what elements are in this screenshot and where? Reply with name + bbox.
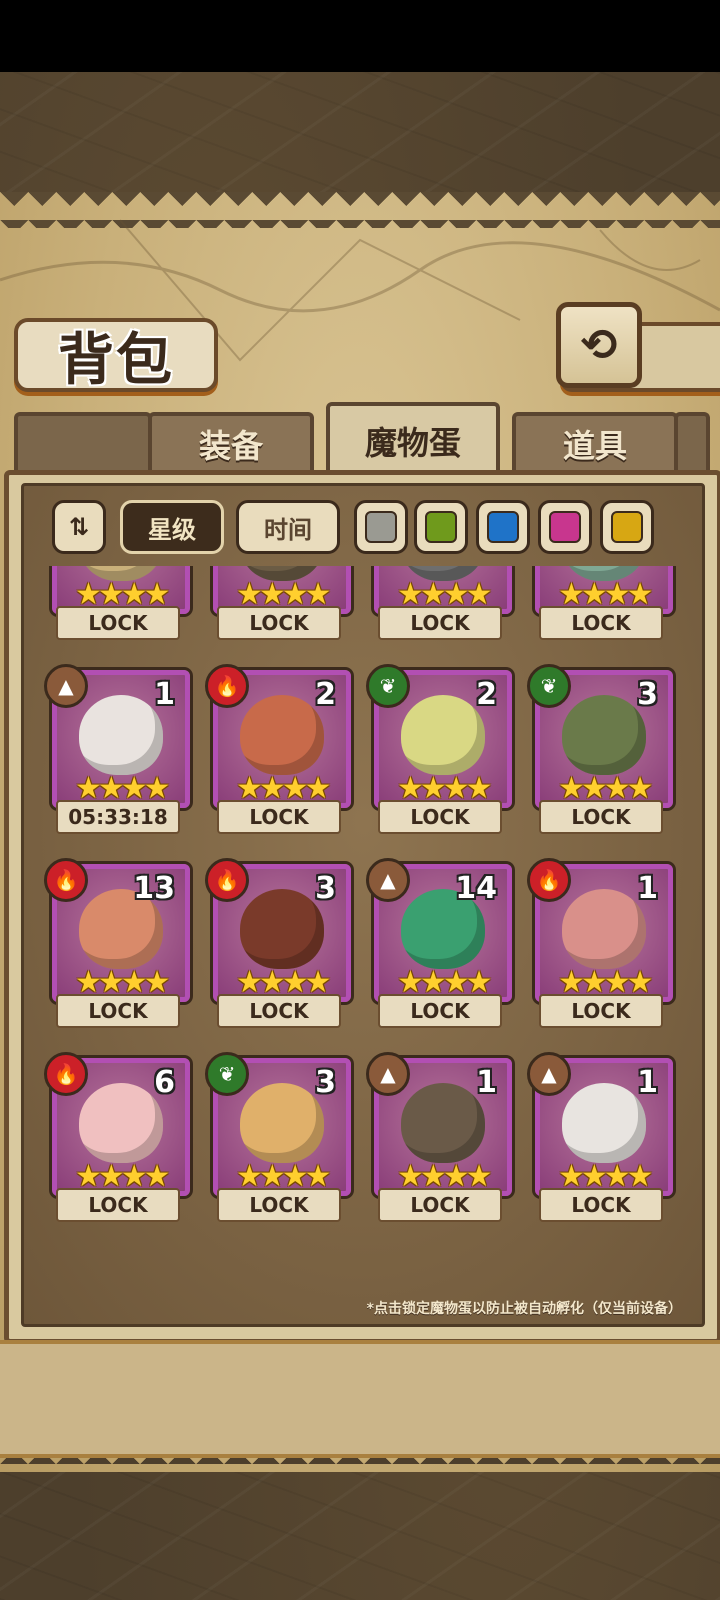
lock-button[interactable]: LOCK xyxy=(539,800,663,834)
lock-button[interactable]: LOCK xyxy=(539,1188,663,1222)
inventory-panel-inner: ⇅ 星级 时间 5★★★★LOCK18★★★★LOCK1★★★★LOCK7★★★… xyxy=(21,483,705,1327)
egg-card[interactable]: 2 ★★★★ ❦ LOCK xyxy=(366,664,512,840)
monster-egg-icon xyxy=(401,1083,485,1163)
egg-count: 3 xyxy=(315,871,336,906)
earth-element-icon: ▲ xyxy=(527,1052,571,1096)
lock-button[interactable]: LOCK xyxy=(378,800,502,834)
egg-count: 1 xyxy=(154,677,175,712)
monster-egg-icon xyxy=(562,1083,646,1163)
tab-bar: 装备 魔物蛋 道具 xyxy=(10,402,710,476)
leaf-element-icon: ❦ xyxy=(527,664,571,708)
egg-count: 3 xyxy=(637,677,658,712)
monster-egg-icon xyxy=(562,889,646,969)
lock-button[interactable]: LOCK xyxy=(217,800,341,834)
filter-yellow-button[interactable] xyxy=(600,500,654,554)
tab-spacer-right xyxy=(674,412,710,472)
egg-count: 1 xyxy=(637,871,658,906)
egg-count: 2 xyxy=(315,677,336,712)
lock-button[interactable]: LOCK xyxy=(217,1188,341,1222)
bottom-decoration-strip xyxy=(0,1340,720,1458)
monster-egg-icon xyxy=(240,1083,324,1163)
egg-count: 6 xyxy=(154,1065,175,1100)
sort-by-time-button[interactable]: 时间 xyxy=(236,500,340,554)
egg-card[interactable]: 1 ★★★★ ▲ 05:33:18 xyxy=(44,664,190,840)
filter-row: ⇅ 星级 时间 xyxy=(42,500,702,554)
sort-order-button[interactable]: ⇅ xyxy=(52,500,106,554)
lock-button[interactable]: 05:33:18 xyxy=(56,800,180,834)
egg-card[interactable]: 5★★★★LOCK xyxy=(48,566,190,646)
monster-egg-icon xyxy=(79,695,163,775)
egg-count: 14 xyxy=(455,871,497,906)
lock-button[interactable]: LOCK xyxy=(217,606,341,640)
monster-egg-icon xyxy=(240,889,324,969)
egg-grid-viewport[interactable]: 5★★★★LOCK18★★★★LOCK1★★★★LOCK7★★★★LOCK1★★… xyxy=(24,566,702,1284)
gray-swatch-icon xyxy=(365,511,397,543)
fire-element-icon: 🔥 xyxy=(205,664,249,708)
monster-egg-icon xyxy=(562,695,646,775)
pink-swatch-icon xyxy=(549,511,581,543)
egg-card[interactable]: 6 ★★★★ 🔥 LOCK xyxy=(44,1052,190,1228)
return-arrow-icon: ⟲ xyxy=(580,319,618,371)
earth-element-icon: ▲ xyxy=(366,1052,410,1096)
monster-egg-icon xyxy=(240,695,324,775)
filter-green-button[interactable] xyxy=(414,500,468,554)
egg-count: 13 xyxy=(133,871,175,906)
lock-hint-text: *点击锁定魔物蛋以防止被自动孵化（仅当前设备） xyxy=(366,1301,682,1317)
lock-button[interactable]: LOCK xyxy=(56,606,180,640)
filter-pink-button[interactable] xyxy=(538,500,592,554)
fire-element-icon: 🔥 xyxy=(205,858,249,902)
filter-blue-button[interactable] xyxy=(476,500,530,554)
page-title: 背包 xyxy=(58,326,174,393)
lock-button[interactable]: LOCK xyxy=(378,1188,502,1222)
tab-items[interactable]: 道具 xyxy=(512,412,678,472)
egg-count: 3 xyxy=(315,1065,336,1100)
tab-items-label: 道具 xyxy=(562,427,627,465)
tab-monster-egg[interactable]: 魔物蛋 xyxy=(326,402,500,476)
tab-monster-egg-label: 魔物蛋 xyxy=(364,424,461,462)
leaf-element-icon: ❦ xyxy=(205,1052,249,1096)
egg-card[interactable]: 7★★★★LOCK xyxy=(531,566,673,646)
sort-by-star-button[interactable]: 星级 xyxy=(120,500,224,554)
egg-count: 1 xyxy=(637,1065,658,1100)
egg-card[interactable]: 14 ★★★★ ▲ LOCK xyxy=(366,858,512,1034)
lock-button[interactable]: LOCK xyxy=(217,994,341,1028)
sort-icon: ⇅ xyxy=(68,513,90,541)
earth-element-icon: ▲ xyxy=(366,858,410,902)
lock-button[interactable]: LOCK xyxy=(378,606,502,640)
monster-egg-icon xyxy=(79,1083,163,1163)
fire-element-icon: 🔥 xyxy=(44,858,88,902)
inventory-panel: ⇅ 星级 时间 5★★★★LOCK18★★★★LOCK1★★★★LOCK7★★★… xyxy=(4,470,720,1344)
egg-card[interactable]: 2 ★★★★ 🔥 LOCK xyxy=(205,664,351,840)
egg-card[interactable]: 13 ★★★★ 🔥 LOCK xyxy=(44,858,190,1034)
lock-button[interactable]: LOCK xyxy=(539,606,663,640)
back-button[interactable]: ⟲ xyxy=(556,302,642,388)
lock-button[interactable]: LOCK xyxy=(378,994,502,1028)
tab-spacer-left xyxy=(14,412,152,472)
green-swatch-icon xyxy=(425,511,457,543)
egg-card[interactable]: 3 ★★★★ ❦ LOCK xyxy=(527,664,673,840)
egg-card[interactable]: 1★★★★LOCK xyxy=(370,566,512,646)
egg-card[interactable]: 3 ★★★★ ❦ LOCK xyxy=(205,1052,351,1228)
page-title-plate: 背包 xyxy=(14,318,218,393)
lock-button[interactable]: LOCK xyxy=(56,1188,180,1222)
lock-button[interactable]: LOCK xyxy=(539,994,663,1028)
egg-card[interactable]: 1 ★★★★ ▲ LOCK xyxy=(527,1052,673,1228)
blue-swatch-icon xyxy=(487,511,519,543)
egg-count: 2 xyxy=(476,677,497,712)
egg-count: 1 xyxy=(476,1065,497,1100)
monster-egg-icon xyxy=(401,695,485,775)
tab-equipment[interactable]: 装备 xyxy=(148,412,314,472)
filter-gray-button[interactable] xyxy=(354,500,408,554)
fire-element-icon: 🔥 xyxy=(527,858,571,902)
egg-card[interactable]: 3 ★★★★ 🔥 LOCK xyxy=(205,858,351,1034)
egg-card[interactable]: 1 ★★★★ ▲ LOCK xyxy=(366,1052,512,1228)
yellow-swatch-icon xyxy=(611,511,643,543)
egg-card[interactable]: 18★★★★LOCK xyxy=(209,566,351,646)
tab-equipment-label: 装备 xyxy=(198,427,263,465)
leaf-element-icon: ❦ xyxy=(366,664,410,708)
lock-button[interactable]: LOCK xyxy=(56,994,180,1028)
fire-element-icon: 🔥 xyxy=(44,1052,88,1096)
earth-element-icon: ▲ xyxy=(44,664,88,708)
egg-card[interactable]: 1 ★★★★ 🔥 LOCK xyxy=(527,858,673,1034)
